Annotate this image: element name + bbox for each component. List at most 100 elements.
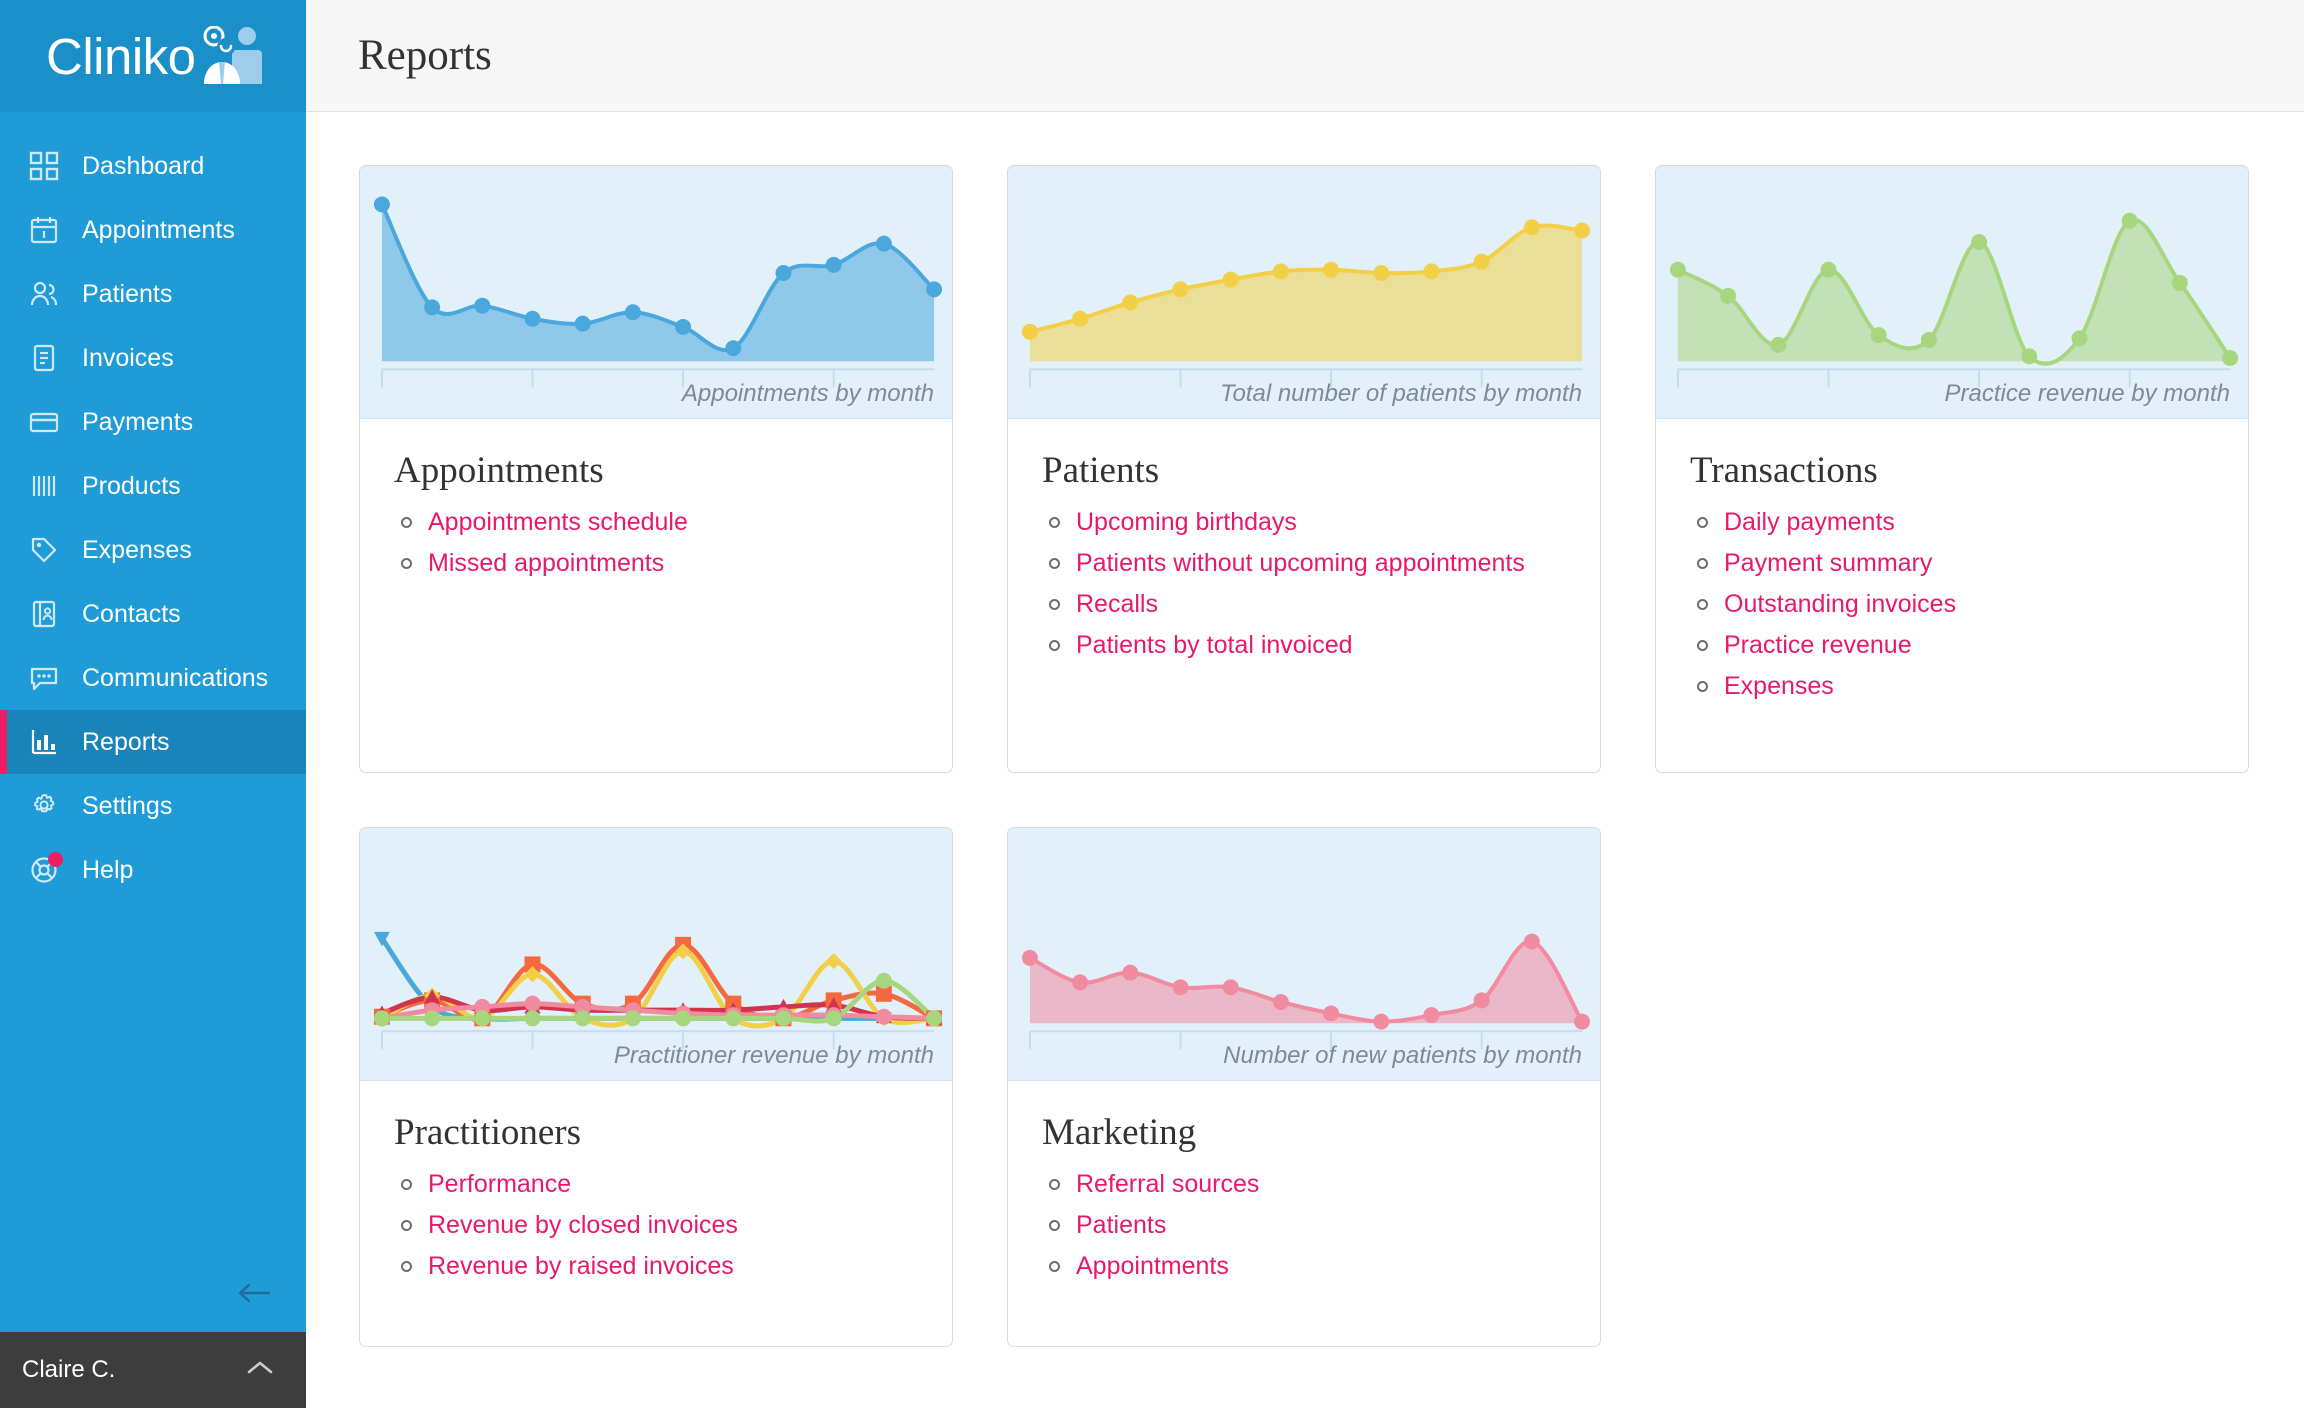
reports-content: Appointments by month Appointments Appoi…	[306, 112, 2304, 1347]
sidebar-item-label: Reports	[82, 727, 170, 756]
report-link[interactable]: Appointments	[1076, 1252, 1229, 1281]
report-link[interactable]: Appointments schedule	[428, 508, 688, 537]
report-link[interactable]: Recalls	[1076, 590, 1158, 619]
chart-patients: Total number of patients by month	[1008, 166, 1600, 419]
list-item: Patients without upcoming appointments	[1042, 549, 1566, 578]
sidebar-item-label: Patients	[82, 279, 173, 308]
bullet-icon	[401, 558, 412, 569]
report-link-list: Daily payments Payment summary Outstandi…	[1690, 508, 2214, 701]
list-item: Payment summary	[1690, 549, 2214, 578]
list-item: Missed appointments	[394, 549, 918, 578]
sidebar-item-expenses[interactable]: Expenses	[0, 518, 306, 582]
cliniko-people-logo-icon	[200, 26, 262, 86]
sidebar-item-dashboard[interactable]: Dashboard	[0, 134, 306, 198]
main-content: Reports Appointments by month Appointmen…	[306, 0, 2304, 1408]
user-menu-button[interactable]: Claire C.	[0, 1332, 306, 1408]
report-link[interactable]: Outstanding invoices	[1724, 590, 1956, 619]
bullet-icon	[1049, 517, 1060, 528]
app-root: Cliniko Dashboard Appointments Patients …	[0, 0, 2304, 1408]
gear-icon	[26, 788, 62, 824]
credit-card-icon	[26, 404, 62, 440]
card-title: Transactions	[1690, 450, 1878, 491]
chart-caption: Appointments by month	[681, 380, 934, 407]
list-item: Appointments	[1042, 1252, 1566, 1281]
report-link[interactable]: Patients without upcoming appointments	[1076, 549, 1525, 578]
report-link[interactable]: Revenue by raised invoices	[428, 1252, 734, 1281]
list-item: Daily payments	[1690, 508, 2214, 537]
report-card-marketing: Number of new patients by month Marketin…	[1007, 827, 1601, 1347]
brand-logo[interactable]: Cliniko	[0, 0, 306, 112]
bullet-icon	[401, 1179, 412, 1190]
sidebar-nav: Dashboard Appointments Patients Invoices…	[0, 112, 306, 902]
sidebar-item-invoices[interactable]: Invoices	[0, 326, 306, 390]
report-card-transactions: Practice revenue by month Transactions D…	[1655, 165, 2249, 773]
arrow-left-icon	[236, 1281, 276, 1310]
address-book-icon	[26, 596, 62, 632]
report-link[interactable]: Referral sources	[1076, 1170, 1259, 1199]
report-link[interactable]: Payment summary	[1724, 549, 1932, 578]
sidebar-item-products[interactable]: Products	[0, 454, 306, 518]
page-title: Reports	[358, 32, 492, 79]
card-body: Patients Upcoming birthdays Patients wit…	[1008, 419, 1600, 772]
sidebar-item-appointments[interactable]: Appointments	[0, 198, 306, 262]
bullet-icon	[1049, 1179, 1060, 1190]
bullet-icon	[1049, 640, 1060, 651]
help-notification-badge	[48, 852, 63, 867]
card-body: Marketing Referral sources Patients Appo…	[1008, 1081, 1600, 1346]
card-title: Appointments	[394, 450, 604, 491]
sidebar-item-settings[interactable]: Settings	[0, 774, 306, 838]
document-icon	[26, 340, 62, 376]
card-title: Practitioners	[394, 1112, 582, 1153]
bullet-icon	[1697, 599, 1708, 610]
sidebar-item-label: Contacts	[82, 599, 181, 628]
sidebar-item-reports[interactable]: Reports	[0, 710, 306, 774]
report-link[interactable]: Patients	[1076, 1211, 1166, 1240]
sidebar-item-label: Settings	[82, 791, 173, 820]
bullet-icon	[401, 517, 412, 528]
sidebar: Cliniko Dashboard Appointments Patients …	[0, 0, 306, 1408]
bullet-icon	[1697, 640, 1708, 651]
report-card-appointments: Appointments by month Appointments Appoi…	[359, 165, 953, 773]
report-link[interactable]: Daily payments	[1724, 508, 1895, 537]
chart-caption: Number of new patients by month	[1223, 1042, 1582, 1069]
list-item: Referral sources	[1042, 1170, 1566, 1199]
chevron-up-icon	[244, 1358, 276, 1383]
bullet-icon	[1049, 558, 1060, 569]
sidebar-item-contacts[interactable]: Contacts	[0, 582, 306, 646]
report-link[interactable]: Patients by total invoiced	[1076, 631, 1353, 660]
report-link[interactable]: Revenue by closed invoices	[428, 1211, 738, 1240]
report-link[interactable]: Expenses	[1724, 672, 1834, 701]
chart-marketing: Number of new patients by month	[1008, 828, 1600, 1081]
sidebar-item-communications[interactable]: Communications	[0, 646, 306, 710]
sidebar-item-payments[interactable]: Payments	[0, 390, 306, 454]
card-body: Transactions Daily payments Payment summ…	[1656, 419, 2248, 772]
report-link-list: Performance Revenue by closed invoices R…	[394, 1170, 918, 1281]
user-name-label: Claire C.	[22, 1356, 116, 1383]
bullet-icon	[1049, 1220, 1060, 1231]
sidebar-item-patients[interactable]: Patients	[0, 262, 306, 326]
report-card-practitioners: Practitioner revenue by month Practition…	[359, 827, 953, 1347]
list-item: Performance	[394, 1170, 918, 1199]
card-body: Practitioners Performance Revenue by clo…	[360, 1081, 952, 1346]
card-title: Marketing	[1042, 1112, 1197, 1153]
chart-appointments: Appointments by month	[360, 166, 952, 419]
report-link[interactable]: Missed appointments	[428, 549, 664, 578]
list-item: Outstanding invoices	[1690, 590, 2214, 619]
report-link[interactable]: Performance	[428, 1170, 571, 1199]
bar-chart-icon	[26, 724, 62, 760]
report-link-list: Upcoming birthdays Patients without upco…	[1042, 508, 1566, 660]
chart-caption: Practitioner revenue by month	[613, 1042, 934, 1069]
card-title: Patients	[1042, 450, 1160, 491]
list-item: Revenue by closed invoices	[394, 1211, 918, 1240]
report-link[interactable]: Upcoming birthdays	[1076, 508, 1297, 537]
report-link[interactable]: Practice revenue	[1724, 631, 1912, 660]
sidebar-item-label: Payments	[82, 407, 194, 436]
sidebar-item-label: Help	[82, 855, 134, 884]
people-icon	[26, 276, 62, 312]
bullet-icon	[1049, 599, 1060, 610]
sidebar-collapse-button[interactable]	[0, 1258, 306, 1332]
sidebar-item-help[interactable]: Help	[0, 838, 306, 902]
list-item: Upcoming birthdays	[1042, 508, 1566, 537]
calendar-icon	[26, 212, 62, 248]
